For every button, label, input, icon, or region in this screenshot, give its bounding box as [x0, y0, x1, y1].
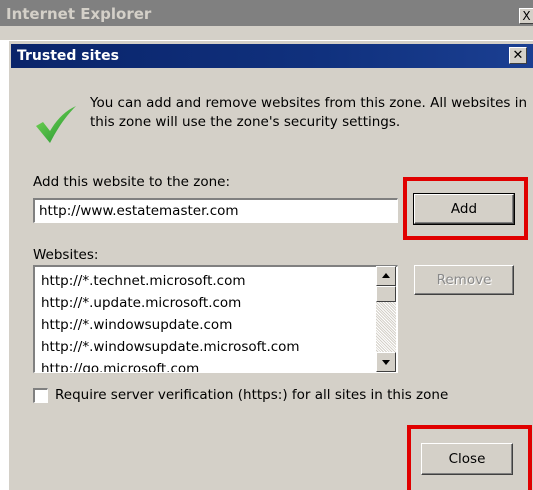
add-button-highlight-box — [403, 177, 528, 240]
list-item[interactable]: http://*.update.microsoft.com — [41, 292, 371, 314]
close-button-highlight-box — [407, 425, 532, 490]
scroll-up-button[interactable] — [376, 266, 396, 286]
list-item[interactable]: http://*.windowsupdate.com — [41, 314, 371, 336]
add-website-label: Add this website to the zone: — [33, 174, 230, 190]
dialog-close-button[interactable]: ✕ — [509, 47, 527, 64]
list-item[interactable]: http://go.microsoft.com — [41, 358, 371, 372]
arrow-down-icon — [382, 360, 390, 365]
background-window-close-button[interactable]: X — [519, 8, 533, 24]
checkmark-icon — [34, 106, 78, 144]
websites-list[interactable]: http://*.technet.microsoft.com http://*.… — [33, 265, 398, 373]
website-url-input[interactable] — [33, 198, 398, 223]
https-verification-label[interactable]: Require server verification (https:) for… — [55, 387, 448, 403]
zone-description: You can add and remove websites from thi… — [90, 95, 528, 130]
dialog-title-bar: Trusted sites — [11, 44, 533, 68]
background-window-body — [0, 26, 533, 40]
background-window-title: Internet Explorer — [0, 0, 533, 26]
https-verification-checkbox[interactable] — [33, 388, 48, 403]
scroll-thumb[interactable] — [376, 286, 396, 302]
websites-scrollbar[interactable] — [376, 266, 396, 372]
scroll-down-button[interactable] — [376, 352, 396, 372]
websites-label: Websites: — [33, 247, 99, 263]
list-item[interactable]: http://*.windowsupdate.microsoft.com — [41, 336, 371, 358]
list-item[interactable]: http://*.technet.microsoft.com — [41, 270, 371, 292]
remove-button[interactable]: Remove — [414, 265, 514, 295]
arrow-up-icon — [382, 273, 390, 278]
